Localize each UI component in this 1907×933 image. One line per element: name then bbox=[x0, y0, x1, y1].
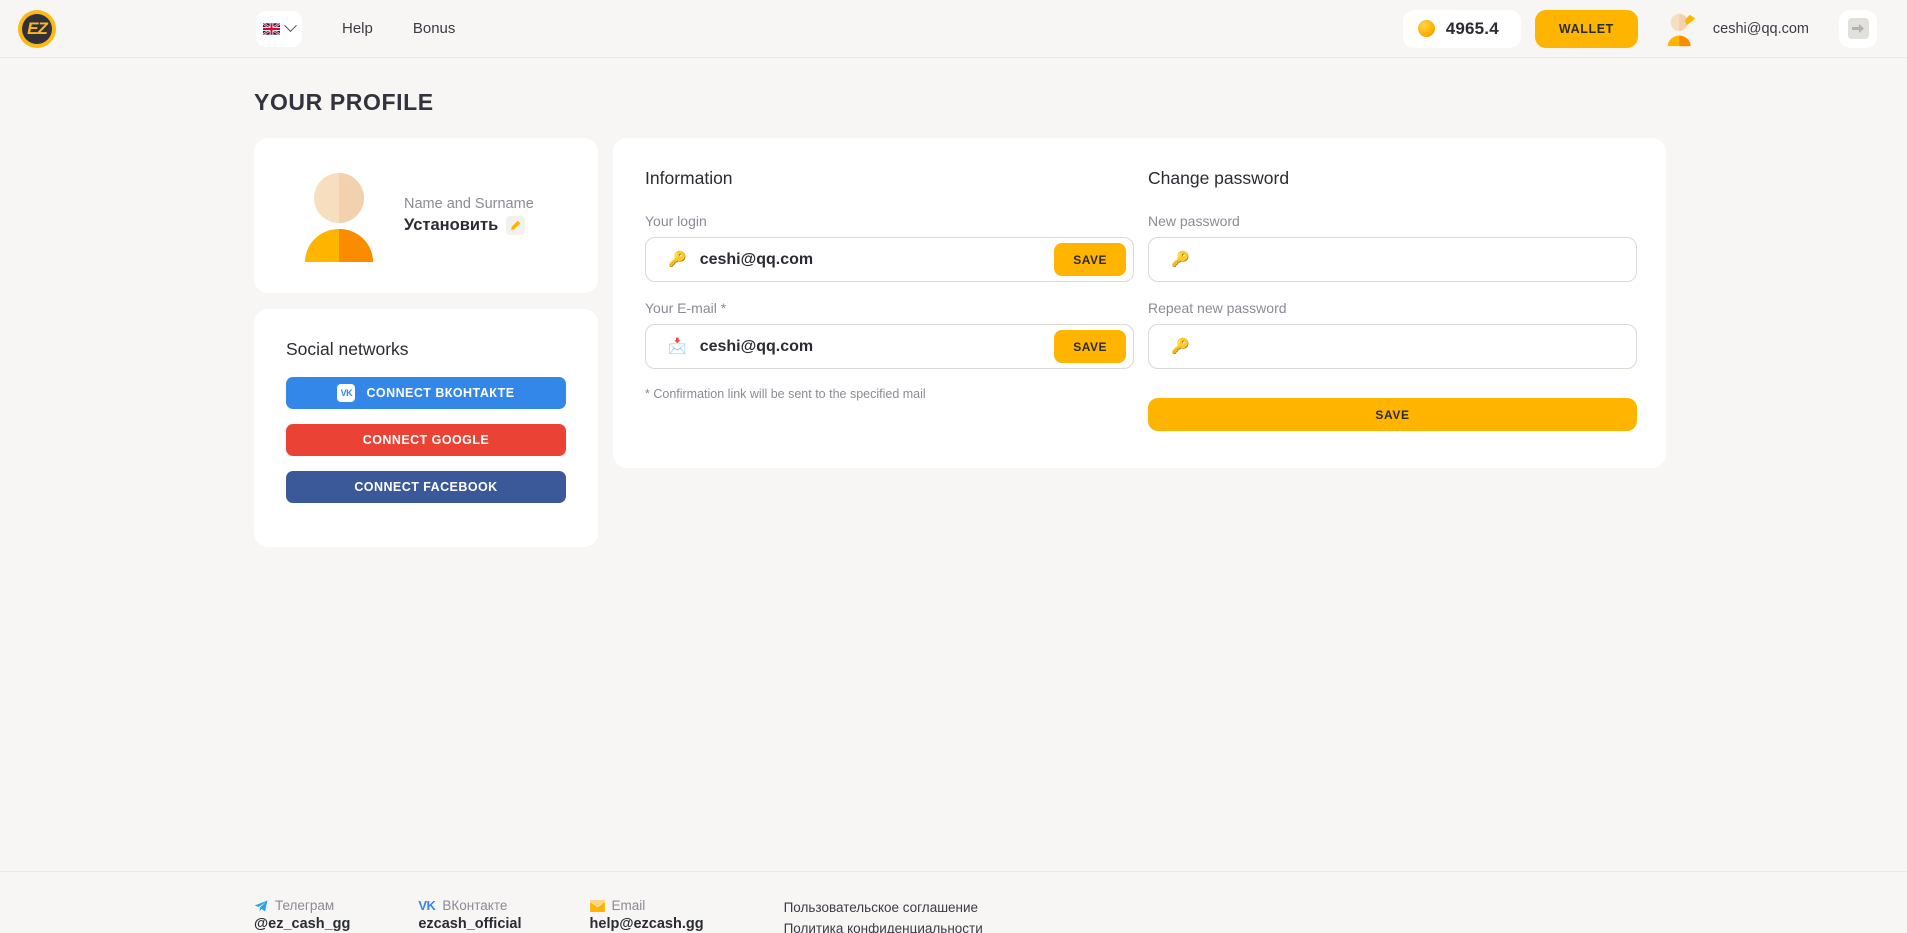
repeat-password-input-row: 🔑 bbox=[1148, 324, 1637, 369]
avatar-large-icon bbox=[296, 170, 382, 262]
footer-telegram-label: Телеграм bbox=[275, 898, 334, 913]
email-input[interactable] bbox=[700, 338, 1055, 356]
footer-link-user-agreement[interactable]: Пользовательское соглашение bbox=[784, 898, 983, 919]
wallet-button[interactable]: WALLET bbox=[1535, 10, 1638, 48]
new-password-input[interactable] bbox=[1203, 251, 1629, 269]
balance-amount: 4965.4 bbox=[1446, 19, 1499, 39]
name-label: Name and Surname bbox=[404, 196, 534, 212]
profile-avatar bbox=[296, 170, 382, 262]
profile-name-block: Name and Surname Установить bbox=[404, 196, 534, 235]
page-body: YOUR PROFILE Name and Surname Установить bbox=[0, 89, 1907, 871]
footer-vk-head: VK ВКонтакте bbox=[418, 898, 521, 913]
header-nav: Help Bonus bbox=[256, 11, 455, 47]
vk-icon: VK bbox=[337, 384, 355, 402]
coin-icon bbox=[1418, 20, 1435, 37]
page-footer: Телеграм @ez_cash_gg VK ВКонтакте ezcash… bbox=[0, 871, 1907, 933]
footer-contact-email: Email help@ezcash.gg bbox=[590, 898, 704, 932]
repeat-password-input[interactable] bbox=[1203, 338, 1629, 356]
social-networks-card: Social networks VK CONNECT ВКОНТАКТЕ CON… bbox=[254, 309, 598, 547]
key-icon: 🔑 bbox=[668, 252, 687, 267]
login-input[interactable] bbox=[700, 251, 1055, 269]
language-selector[interactable] bbox=[256, 11, 302, 47]
user-email: ceshi@qq.com bbox=[1713, 21, 1809, 37]
top-header: EZ Help Bonus 4965.4 WALLET bbox=[0, 0, 1907, 58]
profile-summary-card: Name and Surname Установить bbox=[254, 138, 598, 293]
footer-contact-telegram: Телеграм @ez_cash_gg bbox=[254, 898, 350, 932]
name-value: Установить bbox=[404, 216, 498, 235]
nav-link-help[interactable]: Help bbox=[342, 20, 373, 37]
information-section: Information Your login 🔑 SAVE Your E-mai… bbox=[645, 168, 1134, 468]
avatar-icon bbox=[1664, 10, 1702, 48]
footer-vk-value[interactable]: ezcash_official bbox=[418, 916, 521, 932]
save-password-button[interactable]: SAVE bbox=[1148, 398, 1637, 431]
new-password-input-row: 🔑 bbox=[1148, 237, 1637, 282]
email-input-row: 📩 SAVE bbox=[645, 324, 1134, 369]
left-column: Name and Surname Установить Social netwo… bbox=[254, 138, 598, 547]
new-password-label: New password bbox=[1148, 213, 1637, 229]
avatar bbox=[1664, 10, 1702, 48]
vk-icon: VK bbox=[418, 898, 435, 913]
footer-email-label: Email bbox=[612, 898, 646, 913]
logout-button[interactable] bbox=[1839, 10, 1877, 48]
footer-email-head: Email bbox=[590, 898, 704, 913]
user-account[interactable]: ceshi@qq.com bbox=[1664, 10, 1809, 48]
email-confirmation-hint: * Confirmation link will be sent to the … bbox=[645, 387, 1134, 401]
key-icon: 🔑 bbox=[1171, 252, 1190, 267]
footer-telegram-head: Телеграм bbox=[254, 898, 350, 913]
save-email-button[interactable]: SAVE bbox=[1054, 330, 1126, 363]
social-networks-title: Social networks bbox=[286, 339, 566, 360]
save-login-button[interactable]: SAVE bbox=[1054, 243, 1126, 276]
key-icon: 🔑 bbox=[1171, 339, 1190, 354]
logout-arrow-icon bbox=[1848, 18, 1869, 39]
envelope-icon: 📩 bbox=[668, 339, 687, 354]
change-password-section: Change password New password 🔑 Repeat ne… bbox=[1148, 168, 1637, 468]
footer-link-privacy-policy[interactable]: Политика конфиденциальности bbox=[784, 919, 983, 933]
pencil-icon bbox=[510, 220, 521, 231]
site-logo[interactable]: EZ bbox=[18, 10, 56, 48]
repeat-password-label: Repeat new password bbox=[1148, 300, 1637, 316]
edit-name-pencil-icon[interactable] bbox=[506, 216, 525, 235]
telegram-icon bbox=[254, 900, 268, 912]
connect-google-button[interactable]: CONNECT GOOGLE bbox=[286, 424, 566, 456]
connect-google-label: CONNECT GOOGLE bbox=[363, 433, 489, 447]
logo-mark: EZ bbox=[22, 14, 52, 44]
footer-vk-label: ВКонтакте bbox=[442, 898, 507, 913]
information-title: Information bbox=[645, 168, 1134, 189]
change-password-title: Change password bbox=[1148, 168, 1637, 189]
balance-pill[interactable]: 4965.4 bbox=[1403, 10, 1521, 48]
connect-facebook-label: CONNECT FACEBOOK bbox=[354, 480, 497, 494]
login-label: Your login bbox=[645, 213, 1134, 229]
login-input-row: 🔑 SAVE bbox=[645, 237, 1134, 282]
arrow-right-icon bbox=[1852, 23, 1865, 34]
content-area: Name and Surname Установить Social netwo… bbox=[254, 138, 1907, 547]
email-label: Your E-mail * bbox=[645, 300, 1134, 316]
page-title: YOUR PROFILE bbox=[254, 89, 1907, 116]
header-right-group: 4965.4 WALLET ceshi@qq.com bbox=[1403, 10, 1877, 48]
footer-links: Пользовательское соглашение Политика кон… bbox=[784, 898, 983, 933]
connect-vkontakte-label: CONNECT ВКОНТАКТЕ bbox=[366, 386, 514, 400]
email-icon bbox=[590, 900, 605, 912]
connect-vkontakte-button[interactable]: VK CONNECT ВКОНТАКТЕ bbox=[286, 377, 566, 409]
footer-telegram-value[interactable]: @ez_cash_gg bbox=[254, 916, 350, 932]
united-kingdom-flag-icon bbox=[263, 23, 280, 35]
footer-email-value[interactable]: help@ezcash.gg bbox=[590, 916, 704, 932]
chevron-down-icon bbox=[284, 19, 297, 32]
nav-link-bonus[interactable]: Bonus bbox=[413, 20, 456, 37]
connect-facebook-button[interactable]: CONNECT FACEBOOK bbox=[286, 471, 566, 503]
profile-forms-card: Information Your login 🔑 SAVE Your E-mai… bbox=[613, 138, 1666, 468]
name-value-row: Установить bbox=[404, 216, 534, 235]
footer-contact-vk: VK ВКонтакте ezcash_official bbox=[418, 898, 521, 932]
